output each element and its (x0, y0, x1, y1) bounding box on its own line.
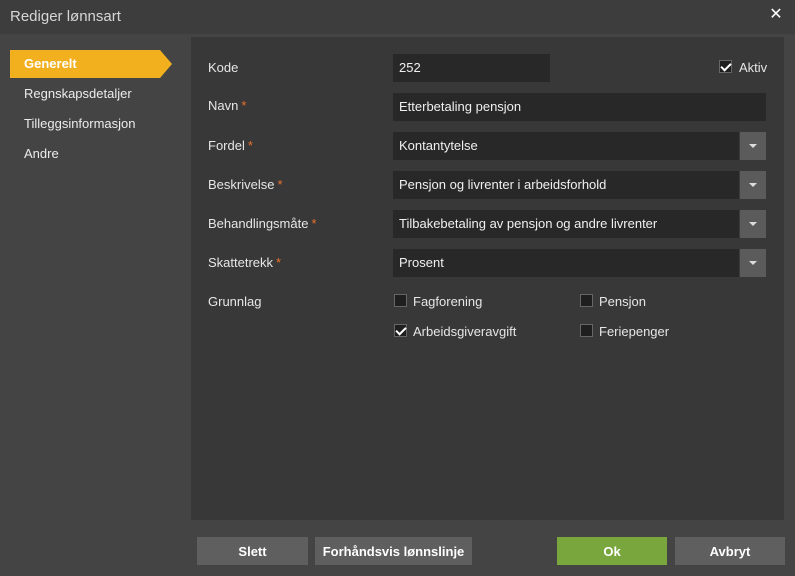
grunnlag-label: Grunnlag (208, 294, 262, 309)
kode-label: Kode (208, 60, 239, 75)
feriepenger-label: Feriepenger (599, 324, 670, 339)
navn-label: Navn * (208, 98, 246, 113)
kode-input[interactable]: 252 (393, 54, 550, 82)
fordel-value: Kontantytelse (399, 138, 478, 153)
skattetrekk-label: Skattetrekk * (208, 255, 281, 270)
required-marker: * (276, 255, 282, 270)
chevron-down-icon[interactable] (739, 249, 766, 277)
sidebar-item-tilleggsinformasjon[interactable]: Tilleggsinformasjon (10, 110, 160, 138)
arbeidsgiveravgift-label: Arbeidsgiveravgift (413, 324, 517, 339)
title-bar: Rediger lønnsart ✕ (0, 0, 795, 34)
navn-input[interactable]: Etterbetaling pensjon (393, 93, 766, 121)
beskrivelse-select[interactable]: Pensjon og livrenter i arbeidsforhold (393, 171, 766, 199)
fagforening-checkbox[interactable] (394, 294, 407, 307)
skattetrekk-label-text: Skattetrekk (208, 255, 274, 270)
chevron-down-icon[interactable] (739, 132, 766, 160)
behandlingsmate-label: Behandlingsmåte * (208, 216, 317, 231)
required-marker: * (247, 138, 253, 153)
pensjon-label: Pensjon (599, 294, 646, 309)
cancel-button[interactable]: Avbryt (675, 537, 785, 565)
beskrivelse-label: Beskrivelse * (208, 177, 283, 192)
pensjon-checkbox[interactable] (580, 294, 593, 307)
delete-button[interactable]: Slett (197, 537, 308, 565)
skattetrekk-select[interactable]: Prosent (393, 249, 766, 277)
sidebar-item-generelt[interactable]: Generelt (10, 50, 172, 78)
beskrivelse-label-text: Beskrivelse (208, 177, 275, 192)
sidebar: Generelt Regnskapsdetaljer Tilleggsinfor… (0, 34, 191, 576)
feriepenger-checkbox[interactable] (580, 324, 593, 337)
aktiv-checkbox[interactable] (719, 60, 732, 73)
behandlingsmate-select[interactable]: Tilbakebetaling av pensjon og andre livr… (393, 210, 766, 238)
behandlingsmate-label-text: Behandlingsmåte (208, 216, 309, 231)
behandlingsmate-value: Tilbakebetaling av pensjon og andre livr… (399, 216, 658, 231)
aktiv-label: Aktiv (739, 60, 768, 75)
chevron-down-icon[interactable] (739, 210, 766, 238)
sidebar-item-andre[interactable]: Andre (10, 140, 160, 168)
dialog-title: Rediger lønnsart (10, 8, 121, 25)
fagforening-label: Fagforening (413, 294, 483, 309)
close-icon[interactable]: ✕ (767, 6, 785, 24)
preview-button[interactable]: Forhåndsvis lønnslinje (315, 537, 472, 565)
required-marker: * (241, 98, 247, 113)
navn-label-text: Navn (208, 98, 239, 113)
chevron-down-icon[interactable] (739, 171, 766, 199)
ok-button[interactable]: Ok (557, 537, 667, 565)
beskrivelse-value: Pensjon og livrenter i arbeidsforhold (399, 177, 607, 192)
skattetrekk-value: Prosent (399, 255, 444, 270)
required-marker: * (277, 177, 283, 192)
fordel-select[interactable]: Kontantytelse (393, 132, 766, 160)
fordel-label: Fordel * (208, 138, 253, 153)
fordel-label-text: Fordel (208, 138, 245, 153)
arbeidsgiveravgift-checkbox[interactable] (394, 324, 407, 337)
required-marker: * (311, 216, 317, 231)
sidebar-item-regnskapsdetaljer[interactable]: Regnskapsdetaljer (10, 80, 160, 108)
